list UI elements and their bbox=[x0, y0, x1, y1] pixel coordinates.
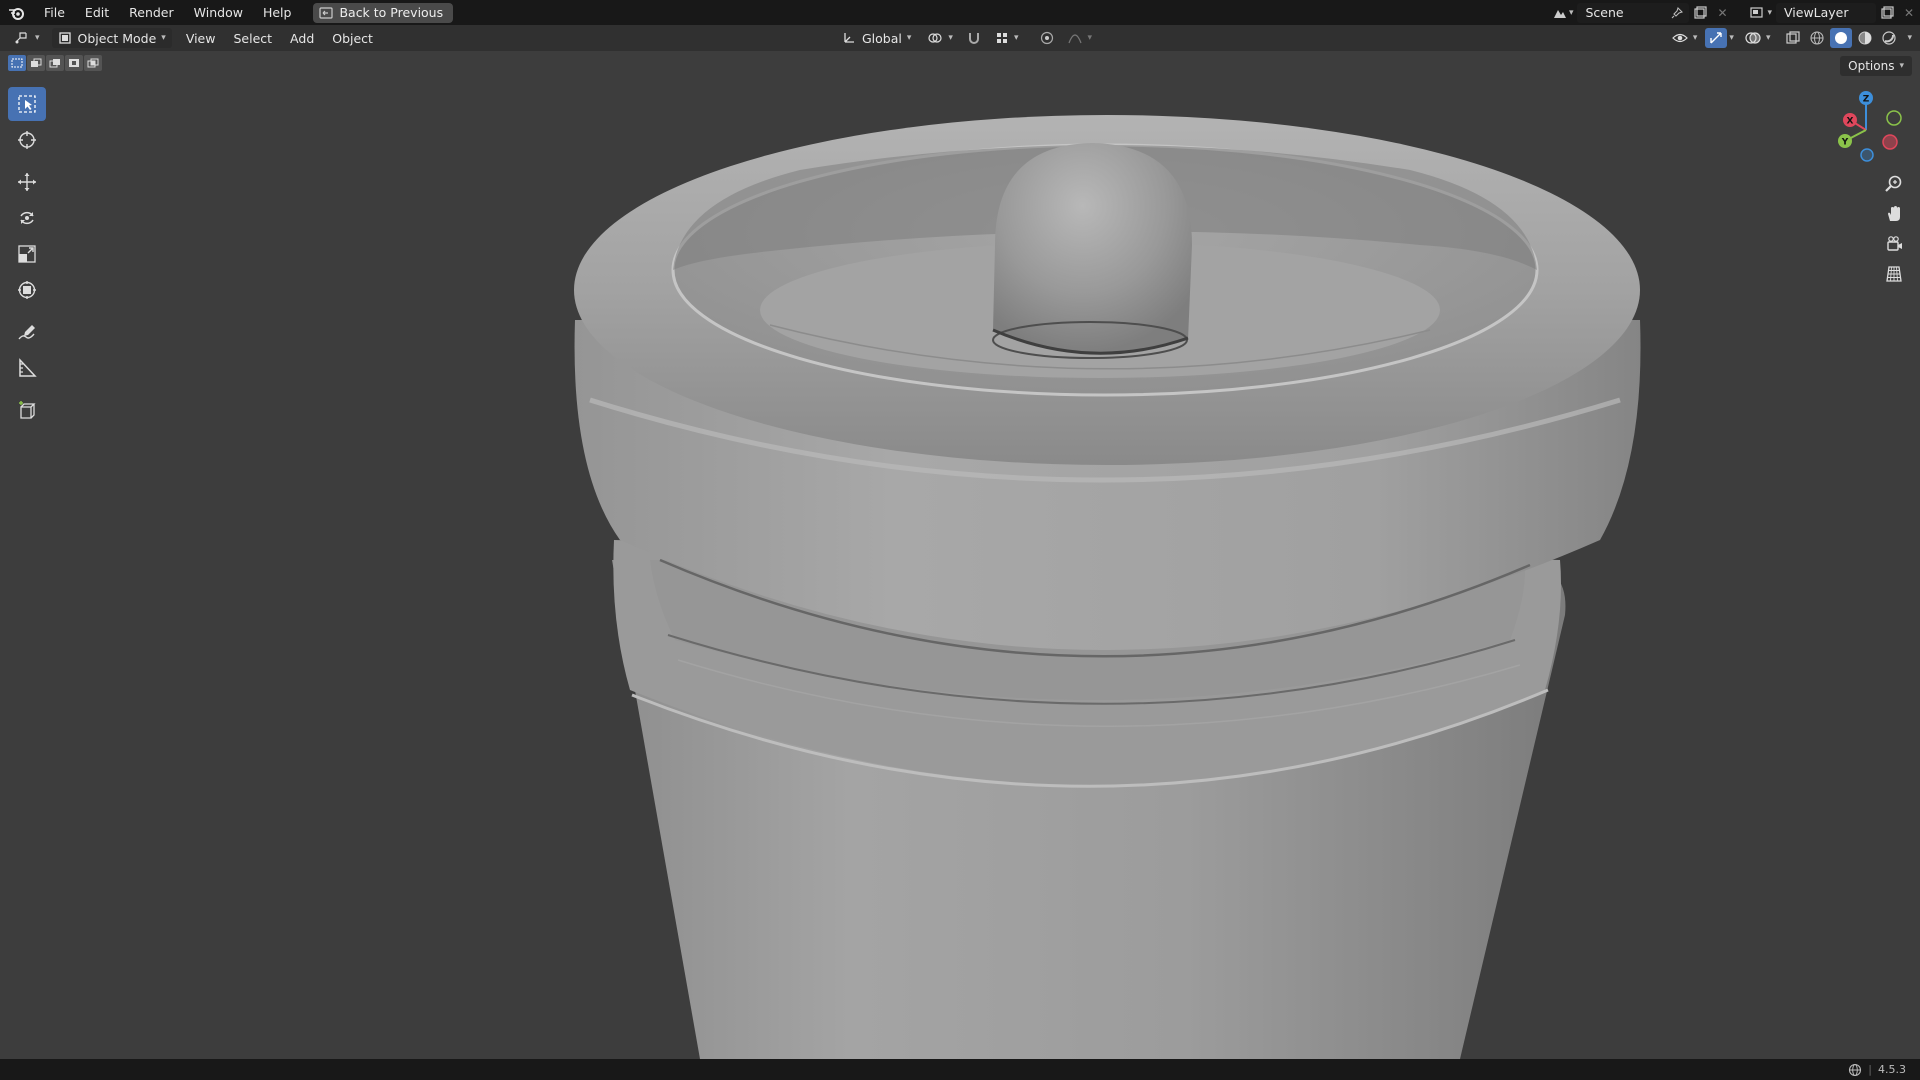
gizmo-y-label: Y bbox=[1841, 138, 1849, 148]
scene-selector[interactable]: Scene bbox=[1577, 2, 1690, 23]
proportional-edit-icon[interactable] bbox=[1036, 28, 1058, 48]
status-bar: | 4.5.3 bbox=[0, 1059, 1920, 1080]
transform-orientation-label: Global bbox=[862, 30, 902, 46]
object-visibility-dropdown[interactable]: ▾ bbox=[1666, 28, 1704, 48]
new-scene-icon[interactable] bbox=[1689, 3, 1711, 23]
network-globe-icon[interactable] bbox=[1848, 1063, 1862, 1077]
cursor-tool-icon[interactable] bbox=[8, 123, 46, 157]
zoom-icon[interactable] bbox=[1880, 170, 1908, 198]
navigation-gizmo[interactable]: Z X Y bbox=[1832, 88, 1910, 168]
scene-type-icon[interactable] bbox=[1549, 3, 1571, 23]
options-label: Options bbox=[1848, 59, 1895, 73]
measure-tool-icon[interactable] bbox=[8, 351, 46, 385]
screen-back-icon bbox=[319, 6, 334, 19]
tool-shelf bbox=[8, 87, 48, 429]
annotate-tool-icon[interactable] bbox=[8, 315, 46, 349]
snap-target-dropdown[interactable]: ▾ bbox=[989, 28, 1025, 48]
select-box-tool-icon[interactable] bbox=[8, 87, 46, 121]
new-view-layer-icon[interactable] bbox=[1876, 3, 1898, 23]
mode-dropdown[interactable]: Object Mode ▾ bbox=[51, 28, 172, 48]
menu-help[interactable]: Help bbox=[253, 0, 302, 25]
transform-tool-icon[interactable] bbox=[8, 273, 46, 307]
proportional-falloff-dropdown[interactable]: ▾ bbox=[1062, 28, 1098, 48]
snap-toggle-icon[interactable] bbox=[963, 28, 985, 48]
camera-view-icon[interactable] bbox=[1880, 230, 1908, 258]
editor-type-selector[interactable]: ▾ bbox=[8, 28, 46, 48]
options-dropdown[interactable]: Options ▾ bbox=[1840, 56, 1912, 76]
3d-viewport[interactable]: Options ▾ Z X Y bbox=[0, 51, 1920, 1059]
object-mode-icon bbox=[58, 32, 71, 44]
wireframe-shading-icon[interactable] bbox=[1806, 28, 1828, 48]
selection-mode-group bbox=[8, 55, 102, 71]
gizmo-neg-x-axis[interactable] bbox=[1882, 134, 1898, 150]
add-cube-tool-icon[interactable] bbox=[8, 393, 46, 427]
falloff-curve-icon bbox=[1068, 34, 1083, 44]
scene-name: Scene bbox=[1585, 5, 1624, 20]
orthographic-grid-icon[interactable] bbox=[1880, 260, 1908, 288]
back-to-previous-label: Back to Previous bbox=[339, 5, 444, 20]
snap-grid-icon bbox=[996, 33, 1007, 43]
mode-label: Object Mode bbox=[77, 30, 157, 46]
menu-add[interactable]: Add bbox=[284, 28, 320, 48]
select-extend-icon[interactable] bbox=[27, 55, 45, 71]
menu-render[interactable]: Render bbox=[119, 0, 184, 25]
delete-scene-icon[interactable]: ✕ bbox=[1711, 3, 1733, 23]
gizmo-neg-z-axis[interactable] bbox=[1860, 148, 1874, 162]
3d-model-render bbox=[574, 115, 1641, 1059]
rotate-tool-icon[interactable] bbox=[8, 201, 46, 235]
overlays-toggle-icon[interactable] bbox=[1742, 28, 1764, 48]
select-intersect-icon[interactable] bbox=[84, 55, 102, 71]
top-menu-bar: File Edit Render Window Help Back to Pre… bbox=[0, 0, 1920, 25]
material-preview-shading-icon[interactable] bbox=[1854, 28, 1876, 48]
blender-logo-icon[interactable] bbox=[0, 0, 34, 25]
menu-object[interactable]: Object bbox=[326, 28, 379, 48]
select-subtract-icon[interactable] bbox=[46, 55, 64, 71]
view-layer-name: ViewLayer bbox=[1784, 5, 1849, 20]
gizmo-neg-y-axis[interactable] bbox=[1886, 110, 1902, 126]
menu-view[interactable]: View bbox=[180, 28, 222, 48]
3d-viewport-icon bbox=[15, 32, 27, 44]
shading-dropdown-caret[interactable]: ▾ bbox=[1907, 33, 1912, 43]
pivot-icon bbox=[928, 33, 943, 43]
rendered-shading-icon[interactable] bbox=[1878, 28, 1900, 48]
axis-orientation-icon bbox=[844, 33, 854, 43]
version-label: 4.5.3 bbox=[1878, 1063, 1906, 1076]
menu-edit[interactable]: Edit bbox=[75, 0, 119, 25]
xray-toggle-icon[interactable] bbox=[1782, 28, 1804, 48]
pin-icon[interactable] bbox=[1671, 6, 1684, 19]
transform-orientation-dropdown[interactable]: Global ▾ bbox=[836, 28, 917, 48]
pivot-point-dropdown[interactable]: ▾ bbox=[921, 28, 959, 48]
eye-icon bbox=[1672, 33, 1688, 43]
solid-shading-icon[interactable] bbox=[1830, 28, 1853, 48]
view-layer-icon[interactable] bbox=[1747, 3, 1769, 23]
gizmo-x-label: X bbox=[1847, 117, 1854, 127]
menu-file[interactable]: File bbox=[34, 0, 75, 25]
scale-tool-icon[interactable] bbox=[8, 237, 46, 271]
viewport-header: ▾ Object Mode ▾ View Select Add Object G… bbox=[0, 25, 1920, 51]
pan-hand-icon[interactable] bbox=[1880, 200, 1908, 228]
select-invert-icon[interactable] bbox=[65, 55, 83, 71]
gizmo-dropdown-caret[interactable]: ▾ bbox=[1729, 33, 1734, 43]
navigation-tools bbox=[1880, 170, 1908, 288]
overlays-dropdown-caret[interactable]: ▾ bbox=[1766, 33, 1771, 43]
gizmo-toggle-icon[interactable] bbox=[1705, 28, 1728, 48]
menu-select[interactable]: Select bbox=[227, 28, 278, 48]
move-tool-icon[interactable] bbox=[8, 165, 46, 199]
back-to-previous-button[interactable]: Back to Previous bbox=[313, 2, 454, 23]
gizmo-z-label: Z bbox=[1863, 95, 1870, 105]
menu-window[interactable]: Window bbox=[184, 0, 253, 25]
view-layer-selector[interactable]: ViewLayer bbox=[1776, 2, 1876, 23]
delete-view-layer-icon[interactable]: ✕ bbox=[1898, 3, 1920, 23]
select-new-icon[interactable] bbox=[8, 55, 26, 71]
